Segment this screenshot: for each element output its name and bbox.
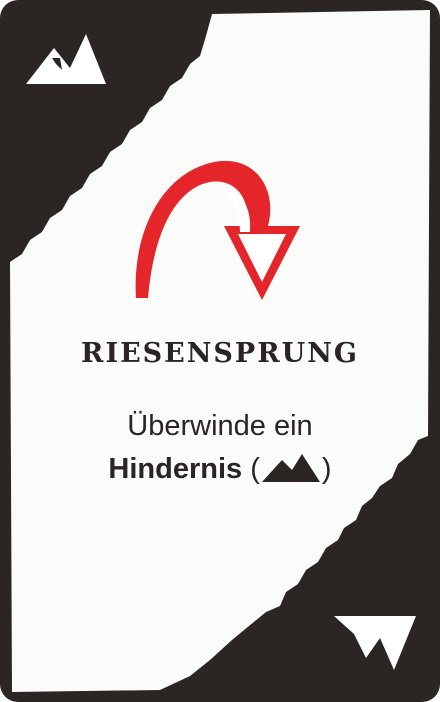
mountain-icon — [26, 34, 106, 84]
paren-close: ) — [321, 453, 332, 485]
game-card[interactable]: RIESENSPRUNG Überwinde ein Hindernis () — [0, 0, 440, 702]
mountain-icon — [334, 616, 416, 670]
paren-open: ( — [250, 453, 260, 485]
obstacle-word: Hindernis — [108, 453, 243, 485]
card-title: RIESENSPRUNG — [81, 338, 359, 369]
card-text-line-1: Überwinde ein — [127, 410, 313, 442]
mountain-icon — [261, 454, 320, 482]
card-text-line-2: Hindernis () — [0, 452, 440, 486]
jump-arrow-icon — [135, 160, 300, 300]
